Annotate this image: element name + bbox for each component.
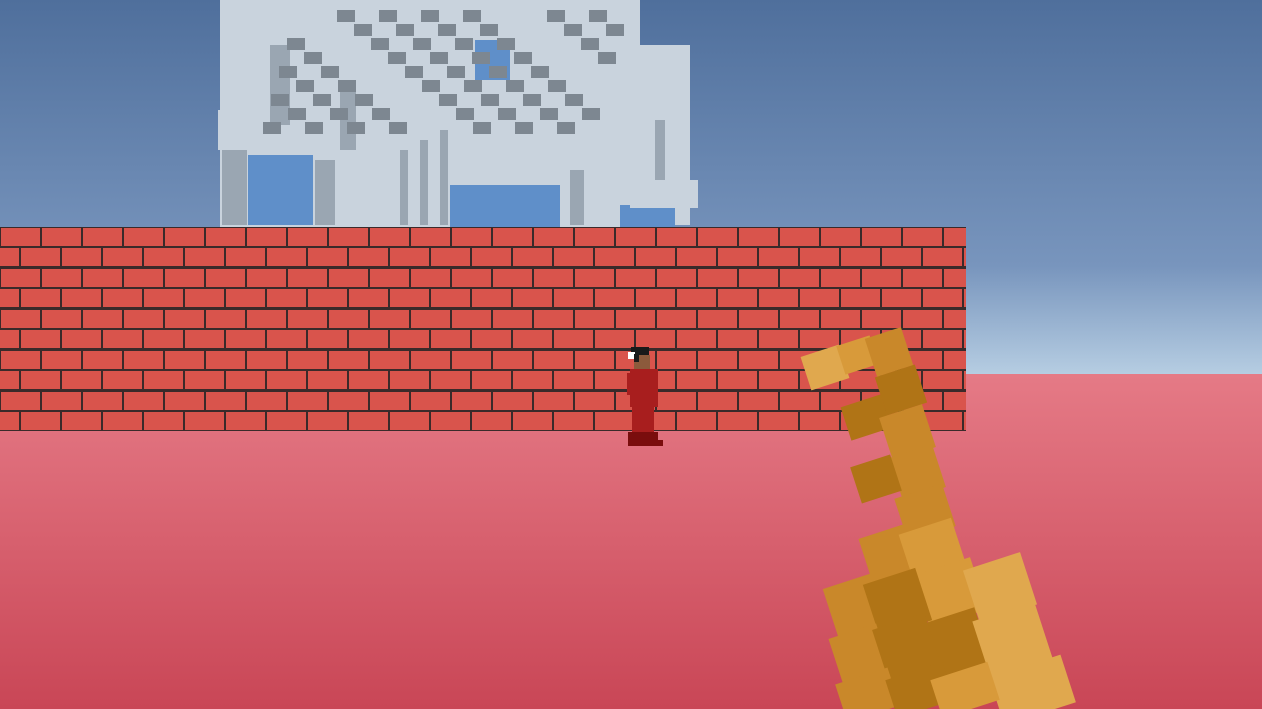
game-viewport[interactable] [0, 0, 1262, 709]
brick-wall [0, 227, 966, 431]
voxel-building [218, 0, 698, 230]
